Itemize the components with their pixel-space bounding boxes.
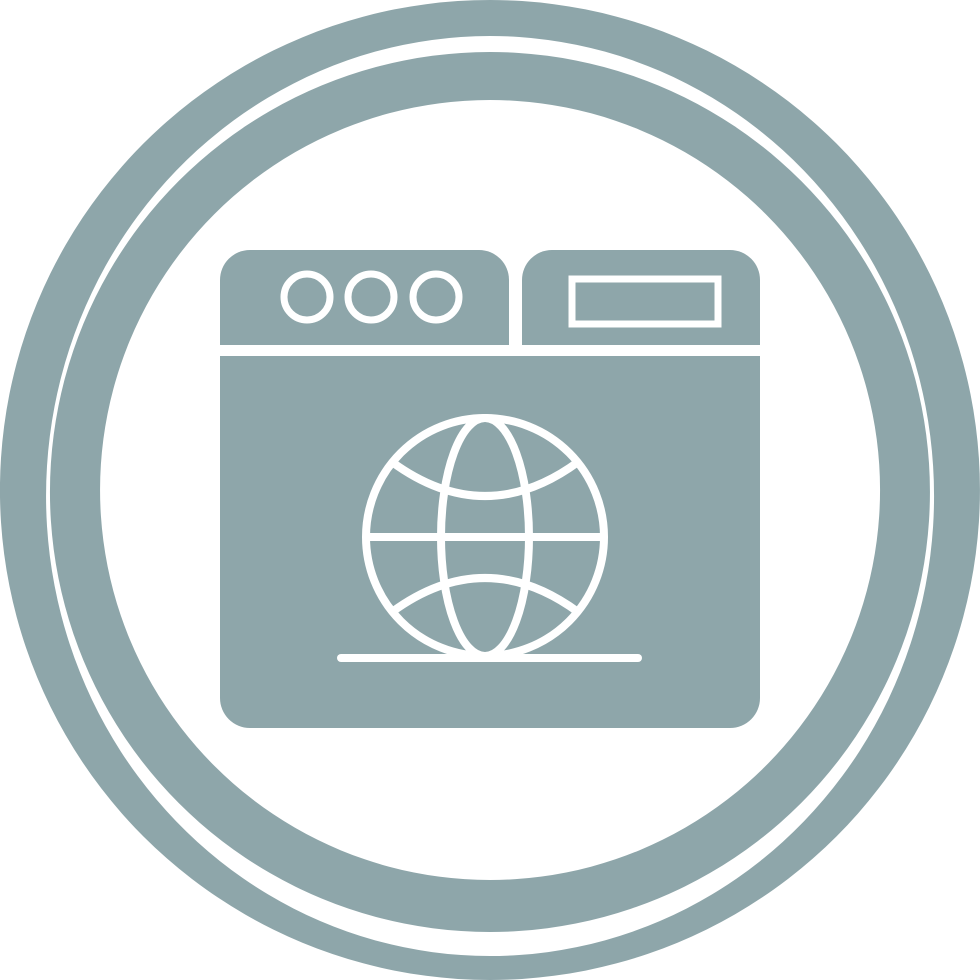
window-header-right-fill <box>522 290 760 345</box>
window-body-top-fill <box>220 356 760 396</box>
window-body <box>220 356 760 728</box>
web-browser-globe-icon <box>0 0 980 980</box>
icon-canvas <box>0 0 980 980</box>
